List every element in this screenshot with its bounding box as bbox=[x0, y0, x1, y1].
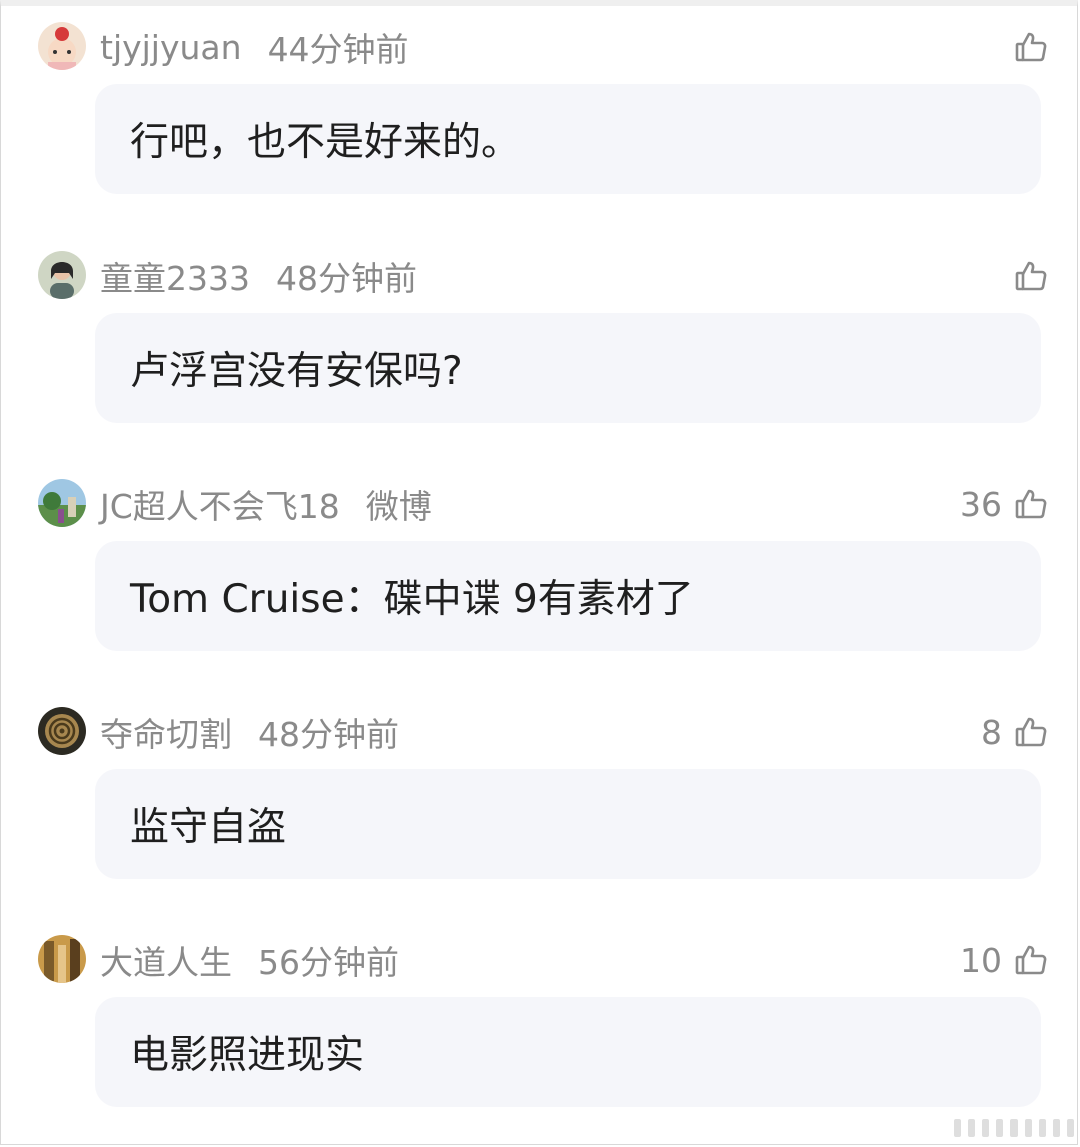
like-button[interactable]: 36 bbox=[960, 482, 1048, 526]
comment-item: tjyjjyuan 44分钟前 行吧，也不是好来的。 bbox=[0, 22, 1080, 222]
comment-item: JC超人不会飞18 微博 36 Tom Cruise：碟中谍 9有素材了 bbox=[0, 479, 1080, 679]
username[interactable]: 童童2333 bbox=[100, 252, 250, 300]
thumbs-up-icon bbox=[1015, 717, 1047, 747]
timestamp: 48分钟前 bbox=[258, 715, 399, 754]
user-avatar[interactable] bbox=[38, 479, 86, 527]
timestamp: 44分钟前 bbox=[267, 30, 409, 69]
comment-item: 大道人生 56分钟前 10 电影照进现实 bbox=[0, 935, 1080, 1135]
like-count: 10 bbox=[960, 940, 1002, 980]
comment-text: 行吧，也不是好来的。 bbox=[95, 84, 1041, 194]
thumbs-up-icon bbox=[1015, 261, 1047, 291]
comment-text: 卢浮宫没有安保吗? bbox=[95, 313, 1041, 423]
comment-item: 童童2333 48分钟前 卢浮宫没有安保吗? bbox=[0, 251, 1080, 451]
thumbs-up-icon bbox=[1015, 489, 1047, 519]
username[interactable]: 夺命切割 bbox=[100, 708, 232, 756]
user-avatar[interactable] bbox=[38, 251, 86, 299]
comment-text: 监守自盗 bbox=[95, 769, 1041, 879]
comment-item: 夺命切割 48分钟前 8 监守自盗 bbox=[0, 707, 1080, 907]
like-button[interactable] bbox=[1002, 25, 1048, 69]
like-count: 36 bbox=[960, 484, 1002, 524]
timestamp: 48分钟前 bbox=[275, 259, 417, 298]
source-label: 微博 bbox=[365, 487, 432, 526]
username[interactable]: JC超人不会飞18 bbox=[100, 480, 340, 528]
like-count: 8 bbox=[981, 712, 1002, 752]
user-avatar[interactable] bbox=[38, 22, 86, 70]
thumbs-up-icon bbox=[1015, 945, 1047, 975]
timestamp: 56分钟前 bbox=[258, 943, 399, 982]
watermark-bars bbox=[954, 1119, 1074, 1137]
username[interactable]: 大道人生 bbox=[100, 936, 232, 984]
like-button[interactable]: 8 bbox=[981, 710, 1048, 754]
comment-text: 电影照进现实 bbox=[95, 997, 1041, 1107]
username[interactable]: tjyjjyuan bbox=[100, 28, 242, 67]
user-avatar[interactable] bbox=[38, 707, 86, 755]
user-avatar[interactable] bbox=[38, 935, 86, 983]
comment-text: Tom Cruise：碟中谍 9有素材了 bbox=[95, 541, 1041, 651]
thumbs-up-icon bbox=[1015, 32, 1047, 62]
like-button[interactable] bbox=[1002, 254, 1048, 298]
like-button[interactable]: 10 bbox=[960, 938, 1048, 982]
